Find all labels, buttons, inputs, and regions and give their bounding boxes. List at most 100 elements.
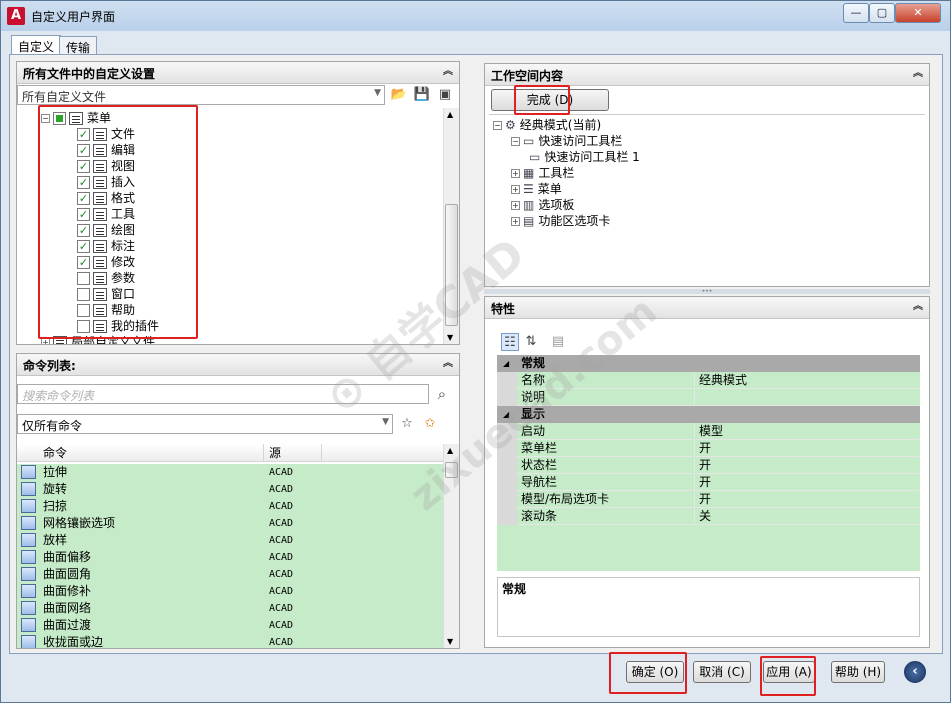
property-value[interactable]: 经典模式 [696, 372, 919, 389]
checked-box-icon[interactable]: ✓ [77, 256, 90, 269]
tree-node-menu-item[interactable]: ✓ 插入 [77, 174, 135, 190]
property-value[interactable]: 开 [696, 491, 919, 508]
collapse-icon[interactable]: ︽ [441, 65, 455, 79]
property-row[interactable]: 状态栏开 [497, 457, 920, 474]
tree-node-menu-item[interactable]: ✓ 绘图 [77, 222, 135, 238]
panel-splitter[interactable]: ••• [484, 289, 930, 295]
command-search-input[interactable]: 搜索命令列表 [17, 384, 429, 404]
partial-check-icon[interactable] [53, 112, 66, 125]
scroll-down-icon[interactable]: ▼ [447, 637, 453, 646]
property-row[interactable]: 模型/布局选项卡开 [497, 491, 920, 508]
help-button[interactable]: 帮助 (H) [831, 661, 885, 683]
tab-customize[interactable]: 自定义 [11, 35, 62, 56]
property-row[interactable]: 滚动条关 [497, 508, 920, 525]
scroll-thumb[interactable] [445, 204, 458, 326]
column-command[interactable]: 命令 [43, 444, 67, 462]
minimize-button[interactable]: — [843, 3, 869, 23]
checked-box-icon[interactable]: ✓ [77, 176, 90, 189]
command-row[interactable]: 放样 ACAD [17, 532, 443, 549]
workspace-tree-node[interactable]: + ▥ 选项板 [511, 197, 574, 213]
collapse-category-icon[interactable]: ◢ [503, 406, 509, 423]
command-row[interactable]: 扫掠 ACAD [17, 498, 443, 515]
tree-node-menu-root[interactable]: − 菜单 [41, 110, 111, 126]
tree-node-menu-item[interactable]: 我的插件 [77, 318, 159, 334]
collapse-icon[interactable]: ︽ [441, 357, 455, 371]
tree-node-partial[interactable]: + 局部自定义文件 [41, 334, 155, 344]
property-value[interactable] [696, 389, 919, 406]
property-row[interactable]: 说明 [497, 389, 920, 406]
property-category[interactable]: ◢ 常规 [497, 355, 920, 372]
command-row[interactable]: 旋转 ACAD [17, 481, 443, 498]
property-value[interactable]: 关 [696, 508, 919, 525]
scroll-thumb[interactable] [445, 462, 458, 478]
workspace-tree-node[interactable]: ▭ 快速访问工具栏 1 [529, 149, 640, 165]
tree-node-menu-item[interactable]: ✓ 文件 [77, 126, 135, 142]
apply-button[interactable]: 应用 (A) [763, 661, 815, 683]
property-value[interactable]: 模型 [696, 423, 919, 440]
tree-node-menu-item[interactable]: ✓ 标注 [77, 238, 135, 254]
new-command-icon[interactable]: ✩ [421, 415, 439, 433]
property-row[interactable]: 启动 模型 [497, 423, 920, 440]
expand-tree-icon[interactable]: + [511, 201, 520, 210]
command-row[interactable]: 曲面修补 ACAD [17, 583, 443, 600]
unchecked-box-icon[interactable] [77, 272, 90, 285]
command-row[interactable]: 曲面网络 ACAD [17, 600, 443, 617]
unchecked-box-icon[interactable] [77, 304, 90, 317]
command-row[interactable]: 收拢面或边 ACAD [17, 634, 443, 648]
property-value[interactable]: 开 [696, 440, 919, 457]
collapse-icon[interactable]: ︽ [911, 300, 925, 314]
tree-node-menu-item[interactable]: ✓ 视图 [77, 158, 135, 174]
collapse-icon[interactable]: ︽ [911, 67, 925, 81]
command-row[interactable]: 拉伸 ACAD [17, 464, 443, 481]
collapse-tree-icon[interactable]: − [493, 121, 502, 130]
checked-box-icon[interactable]: ✓ [77, 128, 90, 141]
collapse-tree-icon[interactable]: − [511, 137, 520, 146]
scroll-down-icon[interactable]: ▼ [447, 333, 453, 342]
close-button[interactable]: ✕ [895, 3, 941, 23]
tree-node-menu-item[interactable]: 参数 [77, 270, 135, 286]
checked-box-icon[interactable]: ✓ [77, 192, 90, 205]
collapse-dialog-icon[interactable]: ‹ [904, 661, 926, 683]
scroll-up-icon[interactable]: ▲ [447, 446, 453, 455]
open-file-icon[interactable]: 📂 [390, 86, 408, 104]
collapse-category-icon[interactable]: ◢ [503, 355, 509, 372]
workspace-tree-node[interactable]: + ▤ 功能区选项卡 [511, 213, 610, 229]
checked-box-icon[interactable]: ✓ [77, 160, 90, 173]
tree-node-menu-item[interactable]: 帮助 [77, 302, 135, 318]
checked-box-icon[interactable]: ✓ [77, 240, 90, 253]
property-row[interactable]: 名称 经典模式 [497, 372, 920, 389]
tree-node-menu-item[interactable]: ✓ 工具 [77, 206, 135, 222]
workspace-tree-node[interactable]: + ☰ 菜单 [511, 181, 562, 197]
workspace-tree-node[interactable]: − ⚙ 经典模式(当前) [493, 117, 601, 133]
checked-box-icon[interactable]: ✓ [77, 144, 90, 157]
expand-tree-icon[interactable]: + [41, 338, 50, 344]
workspace-tree-node[interactable]: − ▭ 快速访问工具栏 [511, 133, 622, 149]
property-row[interactable]: 菜单栏开 [497, 440, 920, 457]
expand-tree-icon[interactable]: + [511, 169, 520, 178]
command-row[interactable]: 曲面过渡 ACAD [17, 617, 443, 634]
categorized-icon[interactable]: ☷ [501, 333, 519, 351]
command-filter-combo[interactable]: 仅所有命令 ▼ [17, 414, 393, 434]
save-icon[interactable]: 💾 [413, 86, 431, 104]
command-row[interactable]: 网格镶嵌选项 ACAD [17, 515, 443, 532]
find-command-icon[interactable]: ☆ [398, 415, 416, 433]
tree-scrollbar[interactable]: ▲ ▼ [443, 108, 459, 344]
tree-node-menu-item[interactable]: ✓ 编辑 [77, 142, 135, 158]
tab-transfer[interactable]: 传输 [59, 36, 98, 56]
column-source[interactable]: 源 [269, 444, 281, 462]
property-category[interactable]: ◢ 显示 [497, 406, 920, 423]
tree-node-menu-item[interactable]: ✓ 格式 [77, 190, 135, 206]
command-row[interactable]: 曲面圆角 ACAD [17, 566, 443, 583]
scroll-up-icon[interactable]: ▲ [447, 110, 453, 119]
done-button[interactable]: 完成 (D) [491, 89, 609, 111]
alphabetical-sort-icon[interactable]: ⇅ [522, 333, 540, 351]
property-value[interactable]: 开 [696, 457, 919, 474]
expand-tree-icon[interactable]: + [511, 217, 520, 226]
collapse-tree-icon[interactable]: − [41, 114, 50, 123]
command-row[interactable]: 曲面偏移 ACAD [17, 549, 443, 566]
ok-button[interactable]: 确定 (O) [626, 661, 684, 683]
workspace-tree-node[interactable]: + ▦ 工具栏 [511, 165, 574, 181]
unchecked-box-icon[interactable] [77, 288, 90, 301]
maximize-button[interactable]: ▢ [869, 3, 895, 23]
search-icon[interactable]: ⌕ [433, 385, 451, 403]
